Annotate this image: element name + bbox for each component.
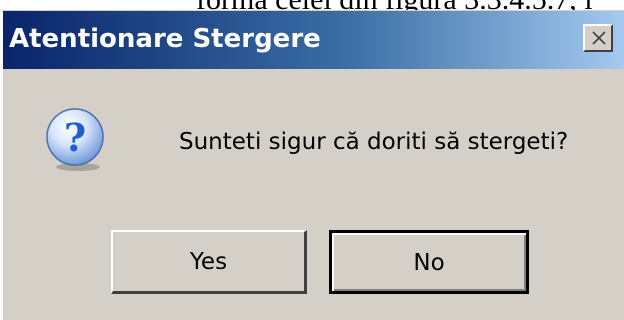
question-icon: ?	[46, 108, 104, 171]
title-bar[interactable]: Atentionare Stergere	[3, 11, 624, 69]
no-button[interactable]: No	[329, 230, 529, 294]
dialog-message: Sunteti sigur că doriti să stergeti?	[179, 129, 569, 155]
close-icon	[592, 31, 606, 45]
svg-text:?: ?	[64, 115, 86, 160]
yes-button[interactable]: Yes	[111, 230, 307, 294]
dialog-title: Atentionare Stergere	[9, 24, 321, 54]
close-button[interactable]	[583, 24, 613, 52]
confirm-delete-dialog: Atentionare Stergere ? Sunteti sigur că …	[0, 10, 624, 320]
